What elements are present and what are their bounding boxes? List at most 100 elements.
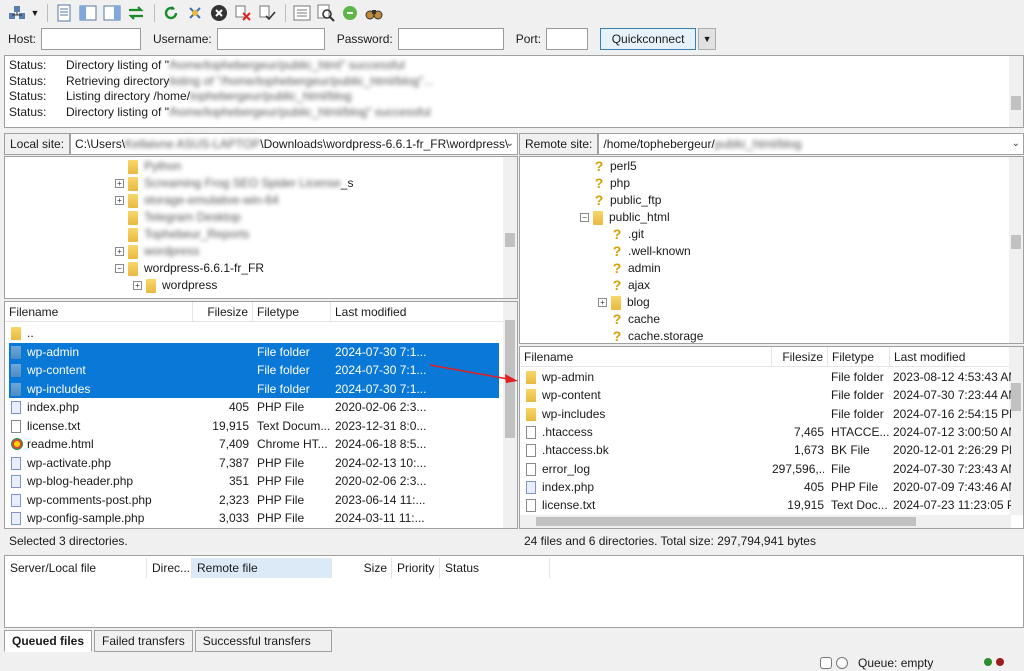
expand-toggle-icon[interactable]: + xyxy=(598,298,607,307)
disconnect-icon[interactable] xyxy=(232,2,254,24)
local-tree-item[interactable]: Tophebeur_Reports xyxy=(115,226,249,243)
remote-tree-item[interactable]: − public_html xyxy=(580,209,670,226)
local-file-row[interactable]: wp-includes File folder 2024-07-30 7:1... xyxy=(9,379,499,398)
local-directory-tree[interactable]: Python + Screaming Frog SEO Spider License… xyxy=(4,156,518,299)
local-file-row[interactable]: index.php 405 PHP File 2020-02-06 2:3... xyxy=(5,398,499,417)
remote-file-row[interactable]: license.txt 19,915 Text Doc... 2024-07-23 1… xyxy=(520,496,1011,515)
remote-site-path[interactable]: /home/tophebergeur/public_html/blog ⌄ xyxy=(598,133,1024,155)
chevron-down-icon[interactable]: ⌄ xyxy=(506,134,514,154)
remote-file-row[interactable]: index.php 405 PHP File 2020-07-09 7:43:46 A… xyxy=(520,478,1011,497)
local-file-row[interactable]: wp-admin File folder 2024-07-30 7:1... xyxy=(9,342,499,361)
local-file-row[interactable]: wp-activate.php 7,387 PHP File 2024-02-13 1… xyxy=(5,454,499,473)
local-tree-item[interactable]: + storage-emulative-win-64 xyxy=(115,192,279,209)
remote-col-filetype[interactable]: Filetype xyxy=(828,347,890,367)
toggle-queue-icon[interactable] xyxy=(125,2,147,24)
queue-col-server-local[interactable]: Server/Local file xyxy=(5,558,147,578)
local-tree-item[interactable]: Python xyxy=(115,158,181,175)
toggle-log-icon[interactable] xyxy=(53,2,75,24)
tab-queued-files[interactable]: Queued files xyxy=(4,630,93,652)
queue-col-remote-file[interactable]: Remote file xyxy=(192,558,332,578)
remote-tree-item[interactable]: ? public_ftp xyxy=(580,192,662,209)
cancel-operation-icon[interactable] xyxy=(208,2,230,24)
local-file-list[interactable]: Filename Filesize Filetype Last modified… xyxy=(4,301,518,529)
remote-tree-scrollbar[interactable] xyxy=(1009,157,1023,343)
sync-browsing-icon[interactable] xyxy=(339,2,361,24)
queue-col-direction[interactable]: Direc... xyxy=(147,558,192,578)
local-tree-scrollbar[interactable] xyxy=(503,157,517,298)
expand-toggle-icon[interactable]: + xyxy=(115,179,124,188)
tab-failed-transfers[interactable]: Failed transfers xyxy=(94,630,193,652)
remote-list-scrollbar[interactable] xyxy=(1009,347,1023,515)
remote-list-hscrollbar[interactable] xyxy=(520,515,1011,528)
expand-toggle-icon[interactable]: + xyxy=(115,196,124,205)
remote-file-row[interactable]: wp-includes File folder 2024-07-16 2:54:15… xyxy=(520,405,1011,424)
remote-tree-item[interactable]: ? .well-known xyxy=(598,243,691,260)
refresh-icon[interactable] xyxy=(160,2,182,24)
tab-successful-transfers[interactable]: Successful transfers xyxy=(194,630,332,652)
quickconnect-history-dropdown[interactable]: ▼ xyxy=(698,28,717,50)
queue-col-status[interactable]: Status xyxy=(440,558,550,578)
remote-directory-tree[interactable]: ? perl5? php? public_ftp − public_html? .git?.… xyxy=(519,156,1024,344)
expand-toggle-icon[interactable]: + xyxy=(133,281,142,290)
toggle-remote-tree-icon[interactable] xyxy=(101,2,123,24)
expand-toggle-icon[interactable]: − xyxy=(580,213,589,222)
remote-file-row[interactable]: error_log 297,596,... File 2024-07-30 7:23:… xyxy=(520,460,1011,479)
local-file-row[interactable]: .. xyxy=(5,324,499,343)
local-list-scrollbar[interactable] xyxy=(503,302,517,528)
compare-directories-icon[interactable] xyxy=(363,2,385,24)
reconnect-icon[interactable] xyxy=(256,2,278,24)
password-input[interactable] xyxy=(397,28,504,50)
local-tree-item[interactable]: Telegram Desktop xyxy=(115,209,241,226)
remote-tree-item[interactable]: + blog xyxy=(598,294,650,311)
local-col-filesize[interactable]: Filesize xyxy=(193,302,253,322)
file-name: wp-blog-header.php xyxy=(27,474,134,488)
queue-col-priority[interactable]: Priority xyxy=(392,558,440,578)
process-queue-icon[interactable] xyxy=(184,2,206,24)
local-col-lastmodified[interactable]: Last modified xyxy=(331,302,501,322)
remote-tree-item[interactable]: ? admin xyxy=(598,260,661,277)
chevron-down-icon[interactable]: ⌄ xyxy=(1012,134,1020,154)
remote-tree-item[interactable]: ? cache.storage xyxy=(598,328,704,343)
remote-tree-item[interactable]: ? php xyxy=(580,175,630,192)
remote-tree-item[interactable]: ? ajax xyxy=(598,277,650,294)
expand-toggle-icon[interactable]: − xyxy=(115,264,124,273)
remote-col-lastmodified[interactable]: Last modified xyxy=(890,347,1023,367)
local-tree-item[interactable]: + Screaming Frog SEO Spider License _s xyxy=(115,175,353,192)
file-size: 7,465 xyxy=(793,424,824,439)
username-input[interactable] xyxy=(216,28,325,50)
local-col-filename[interactable]: Filename xyxy=(5,302,193,322)
site-manager-dropdown-icon[interactable]: ▼ xyxy=(30,2,40,24)
local-file-row[interactable]: wp-comments-post.php 2,323 PHP File 2023-06… xyxy=(5,491,499,510)
log-scrollbar[interactable] xyxy=(1009,56,1023,127)
site-manager-icon[interactable] xyxy=(6,2,28,24)
local-site-path[interactable]: C:\Users\Kellaivne ASUS-LAPTOP\Downloads… xyxy=(70,133,518,155)
remote-file-row[interactable]: .htaccess 7,465 HTACCE... 2024-07-12 3:00:5… xyxy=(520,423,1011,442)
local-file-row[interactable]: wp-content File folder 2024-07-30 7:1... xyxy=(9,361,499,380)
remote-col-filesize[interactable]: Filesize xyxy=(772,347,828,367)
remote-tree-item[interactable]: ? perl5 xyxy=(580,158,637,175)
remote-file-row[interactable]: wp-content File folder 2024-07-30 7:23:44 … xyxy=(520,386,1011,405)
search-remote-icon[interactable] xyxy=(315,2,337,24)
remote-file-row[interactable]: wp-admin File folder 2023-08-12 4:53:43 AM xyxy=(520,368,1011,387)
local-file-row[interactable]: wp-blog-header.php 351 PHP File 2020-02-06 … xyxy=(5,472,499,491)
local-tree-item[interactable]: − wordpress-6.6.1-fr_FR xyxy=(115,260,264,277)
expand-toggle-icon[interactable]: + xyxy=(115,247,124,256)
queue-col-size[interactable]: Size xyxy=(332,558,392,578)
remote-tree-item[interactable]: ? cache xyxy=(598,311,660,328)
local-file-row[interactable]: readme.html 7,409 Chrome HT... 2024-06-18 8… xyxy=(5,435,499,454)
directory-filter-icon[interactable] xyxy=(291,2,313,24)
remote-file-list[interactable]: Filename Filesize Filetype Last modified… xyxy=(519,346,1024,529)
toggle-local-tree-icon[interactable] xyxy=(77,2,99,24)
port-input[interactable] xyxy=(546,28,589,50)
local-col-filetype[interactable]: Filetype xyxy=(253,302,331,322)
remote-col-filename[interactable]: Filename xyxy=(520,347,772,367)
remote-tree-item[interactable]: ? .git xyxy=(598,226,644,243)
quickconnect-button[interactable]: Quickconnect xyxy=(600,28,697,50)
local-tree-item[interactable]: + wordpress xyxy=(115,243,199,260)
local-file-row[interactable]: license.txt 19,915 Text Docum... 2023-12-31… xyxy=(5,417,499,436)
transfer-queue[interactable]: Server/Local file Direc... Remote file S… xyxy=(4,555,1024,628)
host-input[interactable] xyxy=(41,28,142,50)
remote-file-row[interactable]: .htaccess.bk 1,673 BK File 2020-12-01 2:26:… xyxy=(520,441,1011,460)
local-file-row[interactable]: wp-config-sample.php 3,033 PHP File 2024-03… xyxy=(5,509,499,528)
local-tree-item[interactable]: + wordpress xyxy=(133,277,217,294)
